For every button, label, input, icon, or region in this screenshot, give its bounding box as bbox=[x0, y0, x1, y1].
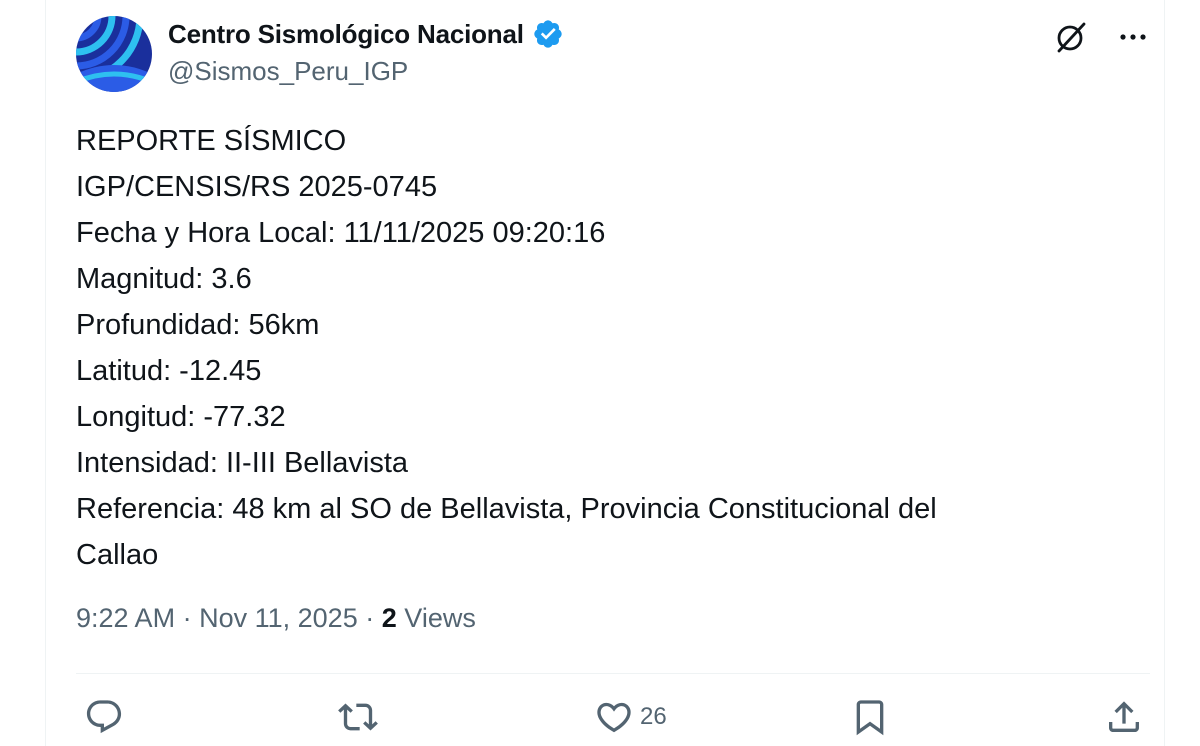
tweet-line: Callao bbox=[76, 539, 159, 571]
tweet-line: IGP/CENSIS/RS 2025-0745 bbox=[76, 171, 438, 203]
like-count: 26 bbox=[640, 703, 667, 730]
tweet-line: Magnitud: 3.6 bbox=[76, 263, 252, 295]
share-button[interactable] bbox=[1104, 692, 1144, 742]
meta-separator: · bbox=[365, 603, 375, 633]
heart-icon bbox=[597, 702, 631, 733]
tweet-line: REPORTE SÍSMICO bbox=[76, 125, 347, 157]
author-display-name[interactable]: Centro Sismológico Nacional bbox=[168, 19, 524, 50]
action-bar: 26 bbox=[76, 692, 1150, 746]
views-label[interactable]: Views bbox=[404, 603, 476, 633]
more-icon[interactable] bbox=[1116, 20, 1150, 54]
tweet-page: Centro Sismológico Nacional @Sismos_Peru… bbox=[0, 0, 1200, 746]
tweet-line: Latitud: -12.45 bbox=[76, 355, 262, 387]
repost-button[interactable] bbox=[338, 692, 378, 742]
tweet-line: Fecha y Hora Local: 11/11/2025 09:20:16 bbox=[76, 217, 606, 249]
bookmark-button[interactable] bbox=[850, 692, 890, 742]
share-icon bbox=[1109, 701, 1139, 732]
tweet-line: Profundidad: 56km bbox=[76, 309, 320, 341]
verified-badge-icon[interactable] bbox=[532, 18, 564, 50]
avatar-logo bbox=[76, 16, 152, 92]
author-handle[interactable]: @Sismos_Peru_IGP bbox=[168, 56, 408, 87]
bookmark-icon bbox=[856, 700, 884, 736]
tweet-meta: 9:22 AM · Nov 11, 2025 · 2 Views bbox=[76, 603, 476, 634]
reply-button[interactable] bbox=[84, 692, 124, 742]
divider bbox=[76, 673, 1150, 674]
like-button[interactable]: 26 bbox=[594, 692, 667, 742]
tweet-time[interactable]: 9:22 AM bbox=[76, 603, 175, 633]
repost-icon bbox=[338, 703, 378, 731]
grok-icon[interactable] bbox=[1054, 20, 1088, 54]
meta-separator: · bbox=[182, 603, 192, 633]
tweet-line: Intensidad: II-III Bellavista bbox=[76, 447, 409, 479]
author-name-row: Centro Sismológico Nacional bbox=[168, 16, 564, 52]
header-actions bbox=[1054, 20, 1150, 54]
tweet-line: Referencia: 48 km al SO de Bellavista, P… bbox=[76, 493, 937, 525]
reply-icon bbox=[86, 700, 122, 734]
views-count[interactable]: 2 bbox=[382, 603, 397, 633]
tweet-text: REPORTE SÍSMICO IGP/CENSIS/RS 2025-0745 … bbox=[76, 118, 1076, 578]
tweet-date[interactable]: Nov 11, 2025 bbox=[199, 603, 358, 633]
tweet-line: Longitud: -77.32 bbox=[76, 401, 286, 433]
avatar[interactable] bbox=[76, 16, 152, 92]
